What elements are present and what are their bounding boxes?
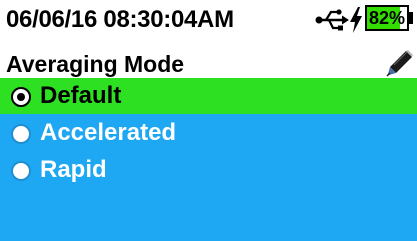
pen-icon[interactable] xyxy=(385,48,415,78)
page-title: Averaging Mode xyxy=(6,51,185,77)
radio-checked-icon[interactable] xyxy=(11,87,31,107)
header: Averaging Mode xyxy=(0,40,417,78)
option-default[interactable]: Default xyxy=(0,78,417,114)
battery-terminal xyxy=(409,12,413,24)
date-time: 06/06/16 08:30:04AM xyxy=(6,6,234,33)
device-screen: 06/06/16 08:30:04AM 82% Averaging Mode D… xyxy=(0,0,417,241)
option-label: Default xyxy=(40,82,122,109)
radio-unchecked-icon[interactable] xyxy=(11,124,31,144)
option-label: Rapid xyxy=(40,156,107,183)
charging-bolt-icon xyxy=(350,7,362,33)
battery-percent: 82% xyxy=(368,8,406,28)
option-rapid[interactable]: Rapid xyxy=(0,152,417,188)
status-bar: 06/06/16 08:30:04AM 82% xyxy=(0,0,417,40)
averaging-mode-options: Default Accelerated Rapid xyxy=(0,78,417,241)
radio-unchecked-icon[interactable] xyxy=(11,161,31,181)
option-label: Accelerated xyxy=(40,119,177,146)
usb-icon xyxy=(315,9,349,31)
option-accelerated[interactable]: Accelerated xyxy=(0,115,417,151)
battery-icon: 82% xyxy=(365,5,409,31)
